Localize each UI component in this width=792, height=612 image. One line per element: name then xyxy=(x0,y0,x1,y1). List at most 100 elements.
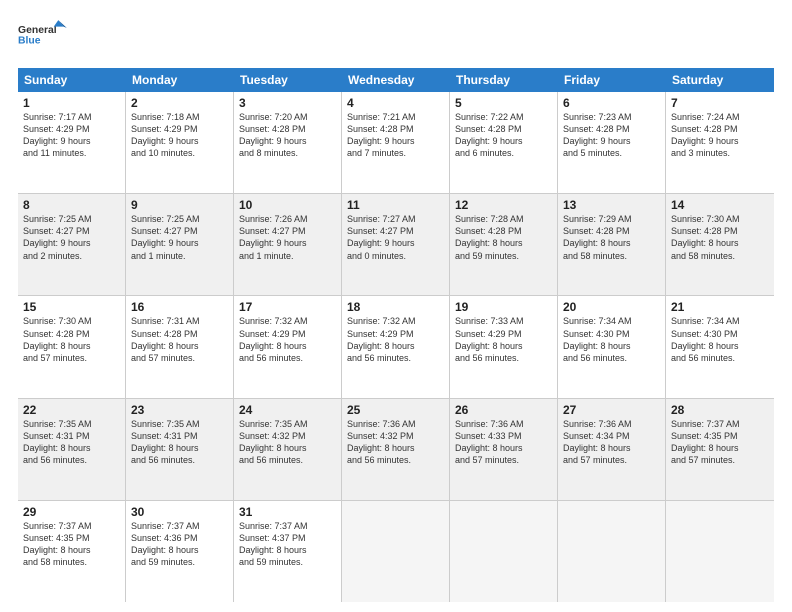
day-number: 10 xyxy=(239,198,336,212)
calendar-cell: 11Sunrise: 7:27 AMSunset: 4:27 PMDayligh… xyxy=(342,194,450,295)
cell-info: Sunrise: 7:30 AMSunset: 4:28 PMDaylight:… xyxy=(671,213,769,262)
cell-info: Sunrise: 7:30 AMSunset: 4:28 PMDaylight:… xyxy=(23,315,120,364)
day-number: 18 xyxy=(347,300,444,314)
calendar-cell: 19Sunrise: 7:33 AMSunset: 4:29 PMDayligh… xyxy=(450,296,558,397)
cell-info: Sunrise: 7:37 AMSunset: 4:35 PMDaylight:… xyxy=(23,520,120,569)
day-number: 19 xyxy=(455,300,552,314)
day-number: 16 xyxy=(131,300,228,314)
cell-info: Sunrise: 7:37 AMSunset: 4:36 PMDaylight:… xyxy=(131,520,228,569)
header-monday: Monday xyxy=(126,68,234,92)
calendar-cell xyxy=(342,501,450,602)
header: General Blue xyxy=(18,18,774,58)
cell-info: Sunrise: 7:17 AMSunset: 4:29 PMDaylight:… xyxy=(23,111,120,160)
day-number: 28 xyxy=(671,403,769,417)
header-tuesday: Tuesday xyxy=(234,68,342,92)
calendar-cell: 22Sunrise: 7:35 AMSunset: 4:31 PMDayligh… xyxy=(18,399,126,500)
calendar-cell: 12Sunrise: 7:28 AMSunset: 4:28 PMDayligh… xyxy=(450,194,558,295)
day-number: 23 xyxy=(131,403,228,417)
day-number: 30 xyxy=(131,505,228,519)
calendar-cell: 28Sunrise: 7:37 AMSunset: 4:35 PMDayligh… xyxy=(666,399,774,500)
calendar-cell: 21Sunrise: 7:34 AMSunset: 4:30 PMDayligh… xyxy=(666,296,774,397)
cell-info: Sunrise: 7:37 AMSunset: 4:35 PMDaylight:… xyxy=(671,418,769,467)
cell-info: Sunrise: 7:35 AMSunset: 4:31 PMDaylight:… xyxy=(23,418,120,467)
cell-info: Sunrise: 7:27 AMSunset: 4:27 PMDaylight:… xyxy=(347,213,444,262)
calendar-week-2: 8Sunrise: 7:25 AMSunset: 4:27 PMDaylight… xyxy=(18,194,774,296)
day-number: 24 xyxy=(239,403,336,417)
day-number: 14 xyxy=(671,198,769,212)
cell-info: Sunrise: 7:32 AMSunset: 4:29 PMDaylight:… xyxy=(347,315,444,364)
cell-info: Sunrise: 7:36 AMSunset: 4:34 PMDaylight:… xyxy=(563,418,660,467)
calendar-cell xyxy=(666,501,774,602)
calendar-week-4: 22Sunrise: 7:35 AMSunset: 4:31 PMDayligh… xyxy=(18,399,774,501)
cell-info: Sunrise: 7:26 AMSunset: 4:27 PMDaylight:… xyxy=(239,213,336,262)
calendar-body: 1Sunrise: 7:17 AMSunset: 4:29 PMDaylight… xyxy=(18,92,774,602)
calendar-cell: 29Sunrise: 7:37 AMSunset: 4:35 PMDayligh… xyxy=(18,501,126,602)
cell-info: Sunrise: 7:35 AMSunset: 4:32 PMDaylight:… xyxy=(239,418,336,467)
header-wednesday: Wednesday xyxy=(342,68,450,92)
cell-info: Sunrise: 7:25 AMSunset: 4:27 PMDaylight:… xyxy=(23,213,120,262)
day-number: 12 xyxy=(455,198,552,212)
calendar-cell: 30Sunrise: 7:37 AMSunset: 4:36 PMDayligh… xyxy=(126,501,234,602)
day-number: 27 xyxy=(563,403,660,417)
calendar-cell: 24Sunrise: 7:35 AMSunset: 4:32 PMDayligh… xyxy=(234,399,342,500)
cell-info: Sunrise: 7:18 AMSunset: 4:29 PMDaylight:… xyxy=(131,111,228,160)
day-number: 5 xyxy=(455,96,552,110)
day-number: 22 xyxy=(23,403,120,417)
calendar-week-1: 1Sunrise: 7:17 AMSunset: 4:29 PMDaylight… xyxy=(18,92,774,194)
day-number: 8 xyxy=(23,198,120,212)
calendar-cell: 4Sunrise: 7:21 AMSunset: 4:28 PMDaylight… xyxy=(342,92,450,193)
cell-info: Sunrise: 7:34 AMSunset: 4:30 PMDaylight:… xyxy=(671,315,769,364)
cell-info: Sunrise: 7:24 AMSunset: 4:28 PMDaylight:… xyxy=(671,111,769,160)
day-number: 17 xyxy=(239,300,336,314)
calendar-cell xyxy=(558,501,666,602)
day-number: 13 xyxy=(563,198,660,212)
calendar-cell: 14Sunrise: 7:30 AMSunset: 4:28 PMDayligh… xyxy=(666,194,774,295)
logo-svg: General Blue xyxy=(18,18,70,58)
cell-info: Sunrise: 7:33 AMSunset: 4:29 PMDaylight:… xyxy=(455,315,552,364)
calendar-cell: 9Sunrise: 7:25 AMSunset: 4:27 PMDaylight… xyxy=(126,194,234,295)
calendar-cell: 7Sunrise: 7:24 AMSunset: 4:28 PMDaylight… xyxy=(666,92,774,193)
calendar-cell: 17Sunrise: 7:32 AMSunset: 4:29 PMDayligh… xyxy=(234,296,342,397)
day-number: 2 xyxy=(131,96,228,110)
day-number: 4 xyxy=(347,96,444,110)
header-saturday: Saturday xyxy=(666,68,774,92)
calendar-header: Sunday Monday Tuesday Wednesday Thursday… xyxy=(18,68,774,92)
cell-info: Sunrise: 7:20 AMSunset: 4:28 PMDaylight:… xyxy=(239,111,336,160)
cell-info: Sunrise: 7:25 AMSunset: 4:27 PMDaylight:… xyxy=(131,213,228,262)
day-number: 6 xyxy=(563,96,660,110)
calendar-cell: 10Sunrise: 7:26 AMSunset: 4:27 PMDayligh… xyxy=(234,194,342,295)
day-number: 21 xyxy=(671,300,769,314)
cell-info: Sunrise: 7:31 AMSunset: 4:28 PMDaylight:… xyxy=(131,315,228,364)
calendar-cell: 31Sunrise: 7:37 AMSunset: 4:37 PMDayligh… xyxy=(234,501,342,602)
logo: General Blue xyxy=(18,18,70,58)
day-number: 1 xyxy=(23,96,120,110)
cell-info: Sunrise: 7:36 AMSunset: 4:32 PMDaylight:… xyxy=(347,418,444,467)
day-number: 3 xyxy=(239,96,336,110)
calendar-cell: 1Sunrise: 7:17 AMSunset: 4:29 PMDaylight… xyxy=(18,92,126,193)
calendar-cell: 23Sunrise: 7:35 AMSunset: 4:31 PMDayligh… xyxy=(126,399,234,500)
header-friday: Friday xyxy=(558,68,666,92)
cell-info: Sunrise: 7:28 AMSunset: 4:28 PMDaylight:… xyxy=(455,213,552,262)
calendar-cell: 25Sunrise: 7:36 AMSunset: 4:32 PMDayligh… xyxy=(342,399,450,500)
calendar: Sunday Monday Tuesday Wednesday Thursday… xyxy=(18,68,774,602)
day-number: 9 xyxy=(131,198,228,212)
cell-info: Sunrise: 7:29 AMSunset: 4:28 PMDaylight:… xyxy=(563,213,660,262)
calendar-cell: 20Sunrise: 7:34 AMSunset: 4:30 PMDayligh… xyxy=(558,296,666,397)
day-number: 7 xyxy=(671,96,769,110)
calendar-cell: 3Sunrise: 7:20 AMSunset: 4:28 PMDaylight… xyxy=(234,92,342,193)
calendar-cell: 2Sunrise: 7:18 AMSunset: 4:29 PMDaylight… xyxy=(126,92,234,193)
calendar-cell xyxy=(450,501,558,602)
day-number: 11 xyxy=(347,198,444,212)
calendar-cell: 8Sunrise: 7:25 AMSunset: 4:27 PMDaylight… xyxy=(18,194,126,295)
calendar-cell: 16Sunrise: 7:31 AMSunset: 4:28 PMDayligh… xyxy=(126,296,234,397)
day-number: 20 xyxy=(563,300,660,314)
page: General Blue Sunday Monday Tuesday Wedne… xyxy=(0,0,792,612)
cell-info: Sunrise: 7:36 AMSunset: 4:33 PMDaylight:… xyxy=(455,418,552,467)
cell-info: Sunrise: 7:22 AMSunset: 4:28 PMDaylight:… xyxy=(455,111,552,160)
cell-info: Sunrise: 7:32 AMSunset: 4:29 PMDaylight:… xyxy=(239,315,336,364)
calendar-cell: 13Sunrise: 7:29 AMSunset: 4:28 PMDayligh… xyxy=(558,194,666,295)
calendar-week-5: 29Sunrise: 7:37 AMSunset: 4:35 PMDayligh… xyxy=(18,501,774,602)
cell-info: Sunrise: 7:34 AMSunset: 4:30 PMDaylight:… xyxy=(563,315,660,364)
cell-info: Sunrise: 7:37 AMSunset: 4:37 PMDaylight:… xyxy=(239,520,336,569)
header-thursday: Thursday xyxy=(450,68,558,92)
